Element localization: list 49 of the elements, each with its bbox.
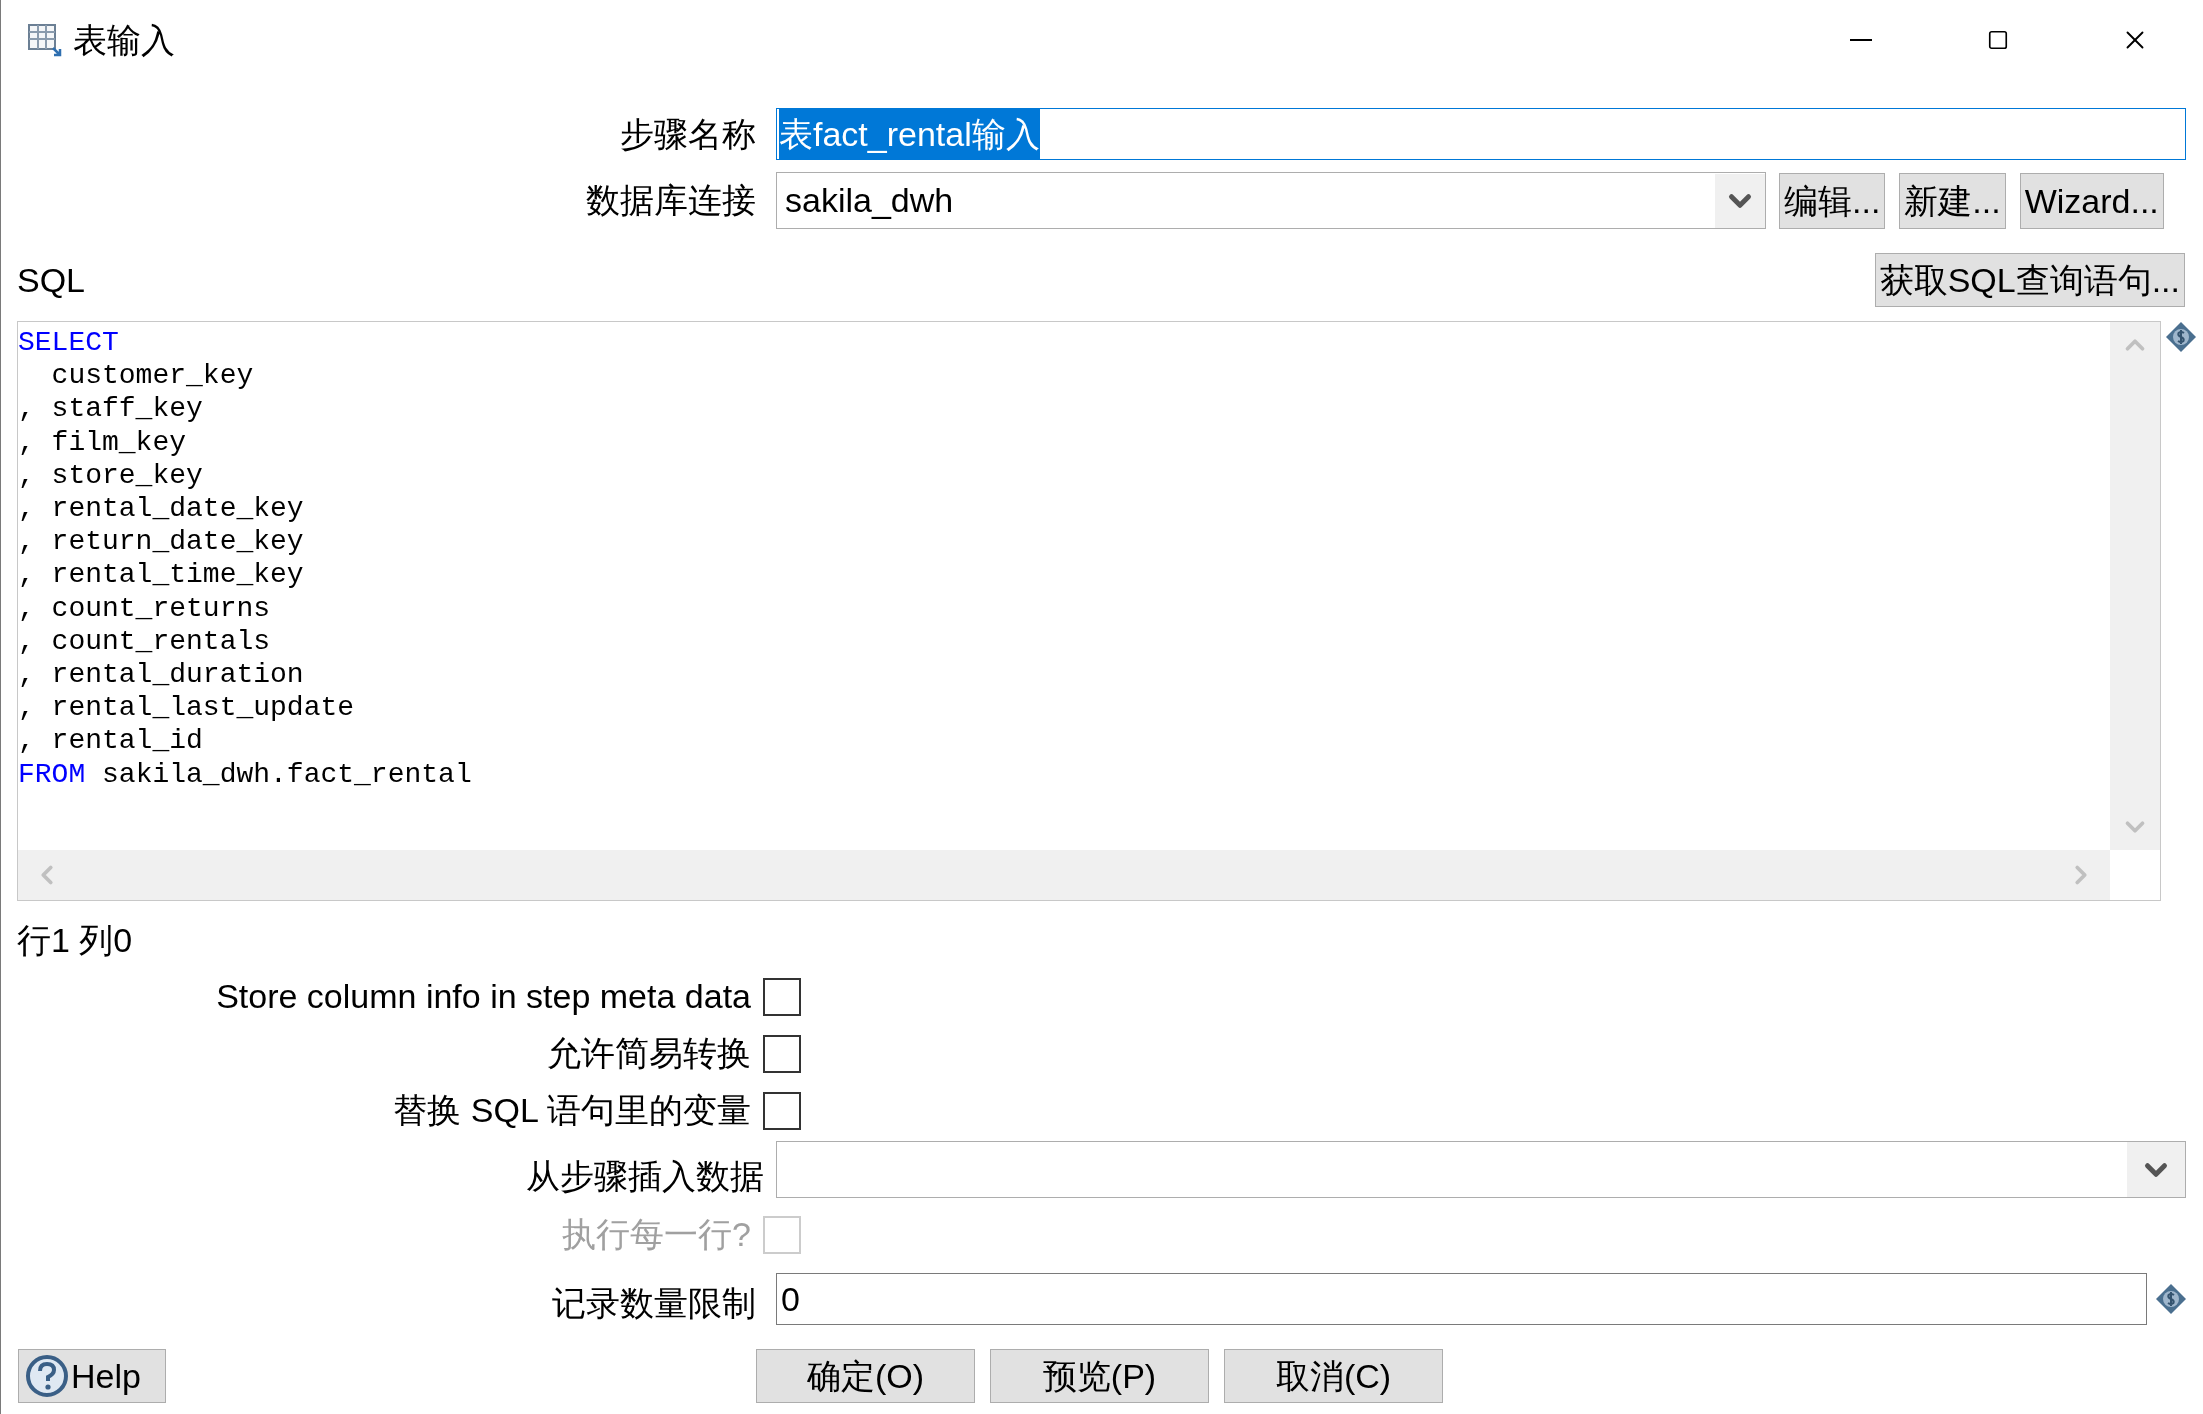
field-label: 允许简易转换 bbox=[547, 1033, 751, 1074]
code-line: , count_rentals bbox=[18, 624, 271, 659]
field-label: 步骤名称 bbox=[620, 113, 756, 155]
code-line: , store_key bbox=[18, 458, 203, 492]
code-line: FROM sakila_dwh.fact_rental bbox=[18, 757, 472, 791]
window-title: 表输入 bbox=[73, 19, 175, 61]
dialog-button[interactable]: 取消(C) bbox=[1224, 1349, 1443, 1403]
code-line: SELECT bbox=[18, 326, 119, 360]
checkbox[interactable] bbox=[763, 977, 801, 1016]
step-name-input-field[interactable]: 表fact_rental输入 bbox=[776, 108, 2186, 160]
code-line: , rental_time_key bbox=[18, 558, 304, 592]
code-line: , staff_key bbox=[18, 392, 203, 426]
field-label: 数据库连接 bbox=[586, 180, 756, 221]
checkbox[interactable] bbox=[763, 1091, 801, 1130]
field-label: 替换 SQL 语句里的变量 bbox=[393, 1090, 751, 1131]
code-line: , rental_last_update bbox=[18, 691, 355, 725]
connection-dropdown[interactable]: sakila_dwh bbox=[776, 172, 1766, 229]
variable-icon bbox=[2165, 321, 2197, 353]
minimize-icon bbox=[1849, 39, 1872, 41]
field-label: 记录数量限制 bbox=[552, 1282, 756, 1324]
help-icon bbox=[25, 1354, 69, 1398]
get-sql-button[interactable]: 获取SQL查询语句... bbox=[1874, 253, 2185, 307]
code-line: , film_key bbox=[18, 425, 187, 459]
sql-label: SQL bbox=[17, 259, 86, 301]
vertical-scrollbar[interactable] bbox=[2110, 322, 2160, 850]
table-icon bbox=[27, 22, 63, 58]
variable-icon bbox=[2155, 1283, 2187, 1315]
code-line: , rental_duration bbox=[18, 658, 304, 692]
sql-editor[interactable] bbox=[17, 321, 2161, 901]
code-line: , rental_id bbox=[18, 724, 203, 758]
field-label: 从步骤插入数据 bbox=[526, 1156, 764, 1197]
field-label: 执行每一行? bbox=[562, 1214, 751, 1255]
checkbox[interactable] bbox=[763, 1034, 801, 1073]
connection-button[interactable]: 编辑... bbox=[1779, 172, 1886, 229]
code-line: , count_returns bbox=[18, 591, 271, 625]
limit-input-field[interactable]: 0 bbox=[776, 1273, 2147, 1325]
help-button[interactable]: Help bbox=[18, 1349, 166, 1403]
connection-button[interactable]: Wizard... bbox=[2019, 172, 2164, 229]
code-line: customer_key bbox=[50, 359, 254, 393]
dialog-button[interactable]: 确定(O) bbox=[756, 1349, 975, 1403]
connection-button[interactable]: 新建... bbox=[1899, 172, 2006, 229]
cursor-position: 行1 列0 bbox=[17, 921, 133, 959]
horizontal-scrollbar[interactable] bbox=[18, 850, 2110, 900]
step-dropdown[interactable] bbox=[776, 1141, 2186, 1198]
field-label: Store column info in step meta data bbox=[216, 976, 751, 1017]
code-line: , return_date_key bbox=[18, 525, 304, 559]
maximize-icon bbox=[1986, 29, 2009, 51]
code-line: , rental_date_key bbox=[18, 492, 304, 526]
dialog-button[interactable]: 预览(P) bbox=[990, 1349, 1209, 1403]
